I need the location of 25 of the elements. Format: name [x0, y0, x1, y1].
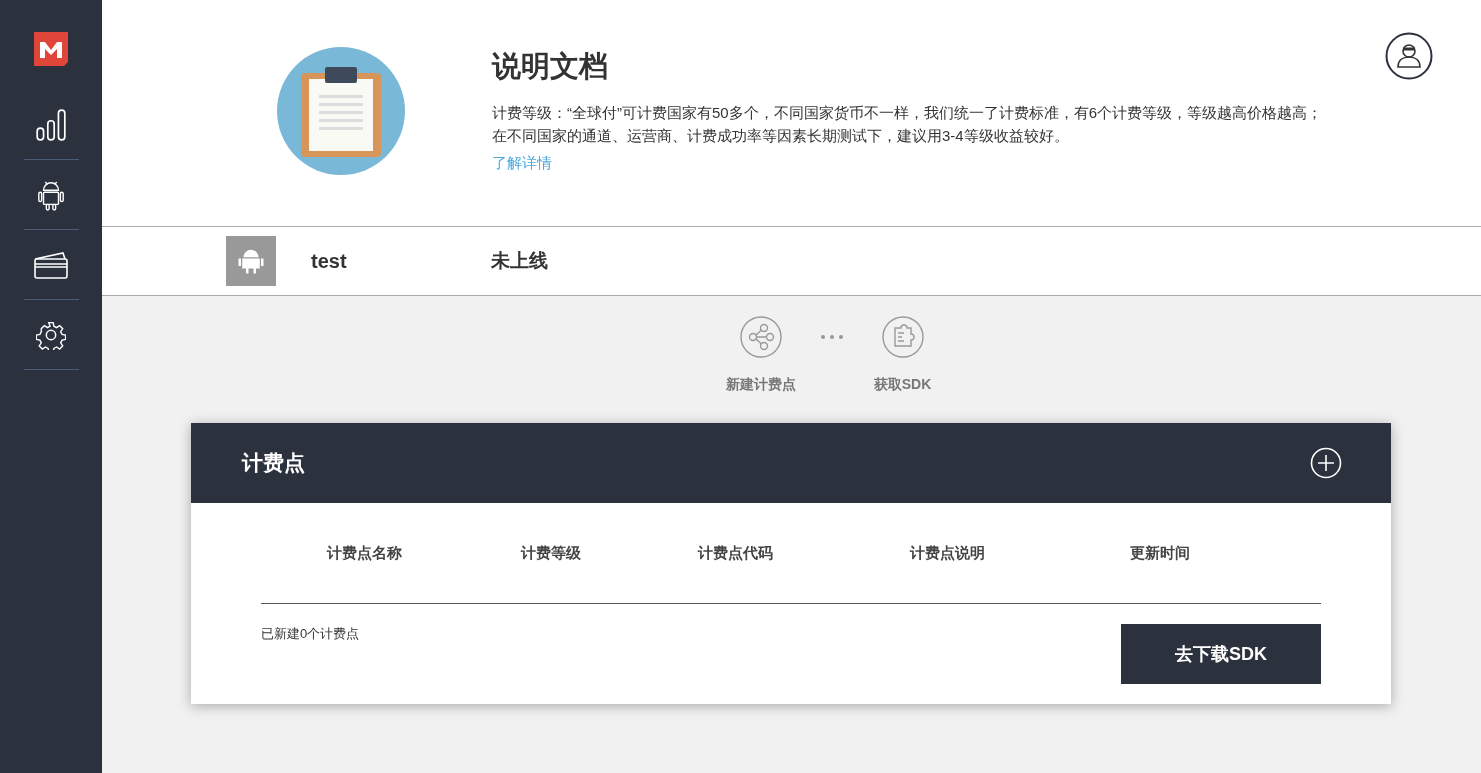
description-text: 计费等级：“全球付”可计费国家有50多个，不同国家货币不一样，我们统一了计费标准，有6个计费等级，等级越高价格越高； [492, 103, 1324, 123]
details-link[interactable]: 了解详情 [492, 154, 552, 173]
count-text: 已新建0个计费点 [261, 625, 360, 643]
clipboard-icon [277, 47, 405, 175]
table-title: 计费点 [242, 450, 305, 476]
app-icon [226, 236, 276, 286]
add-icon[interactable] [1310, 447, 1342, 479]
app-name: test [311, 249, 348, 273]
action-label[interactable]: 获取SDK [873, 376, 932, 394]
download-sdk-button[interactable]: 去下载SDK [1121, 624, 1321, 684]
column-header: 计费等级 [521, 543, 582, 563]
logo-icon[interactable] [34, 32, 68, 66]
column-header: 计费点代码 [698, 543, 774, 563]
description-text: 在不同国家的通道、运营商、计费成功率等因素长期测试下，建议用3-4等级收益较好。 [492, 126, 1070, 146]
dots-icon [819, 334, 844, 340]
column-header: 更新时间 [1130, 543, 1190, 563]
user-icon[interactable] [1385, 32, 1433, 80]
credit-card-icon[interactable] [33, 249, 69, 280]
settings-icon[interactable] [36, 319, 66, 350]
column-header: 计费点说明 [910, 543, 986, 563]
column-header: 计费点名称 [327, 543, 403, 563]
app-status: 未上线 [491, 249, 548, 273]
action-label[interactable]: 新建计费点 [725, 376, 796, 394]
bar-chart-icon[interactable] [34, 107, 68, 142]
doc-title: 说明文档 [492, 49, 608, 84]
